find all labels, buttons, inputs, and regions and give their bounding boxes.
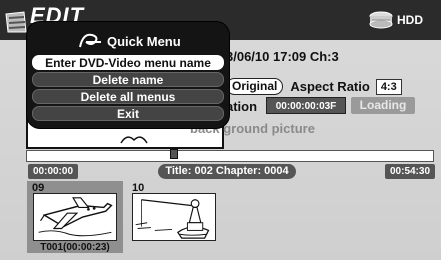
aspect-ratio-value: 4:3: [375, 78, 402, 95]
title-chapter-label: Title: 002 Chapter: 0004: [158, 164, 296, 179]
preview-picture: [120, 136, 148, 144]
original-badge: Original: [226, 78, 284, 95]
menu-item-enter-name[interactable]: Enter DVD-Video menu name: [32, 55, 224, 70]
thumbnail-chapter-10[interactable]: 10: [128, 181, 224, 253]
aspect-ratio-label: Aspect Ratio: [290, 79, 370, 94]
thumbnail-caption: T001(00:00:23): [40, 242, 110, 253]
end-time: 00:54:30: [385, 164, 435, 179]
edit-screen: EDIT HDD 3/06/10 17:09 Ch:3 Original Asp…: [0, 0, 441, 260]
start-time: 00:00:00: [28, 164, 78, 179]
quick-menu-title: Quick Menu: [107, 34, 181, 49]
film-reel-icon: [5, 11, 27, 33]
thumbnail-image: [33, 193, 117, 241]
thumbnail-chapter-09[interactable]: 09 T001(00:00:23): [27, 181, 123, 253]
timeline-marker[interactable]: [170, 149, 178, 159]
duration-value: 00:00:00:03F: [266, 97, 346, 114]
date-channel: 3/06/10 17:09 Ch:3: [226, 49, 339, 64]
hdd-icon: [369, 11, 393, 29]
fishing-picture: [135, 199, 210, 239]
menu-item-delete-all-menus[interactable]: Delete all menus: [32, 89, 224, 104]
menu-item-exit[interactable]: Exit: [32, 106, 224, 121]
thumbnail-image: [132, 193, 216, 241]
quick-menu-icon: [79, 33, 101, 48]
menu-item-delete-name[interactable]: Delete name: [32, 72, 224, 87]
duration-label: ation: [226, 99, 258, 114]
storage-label: HDD: [397, 13, 423, 27]
quick-menu-popup: Quick Menu Enter DVD-Video menu name Del…: [26, 21, 230, 129]
timeline-bar[interactable]: [26, 150, 434, 162]
loading-status: Loading: [351, 97, 415, 114]
format-row: Original Aspect Ratio 4:3: [226, 77, 402, 96]
airplane-picture: [38, 197, 113, 237]
